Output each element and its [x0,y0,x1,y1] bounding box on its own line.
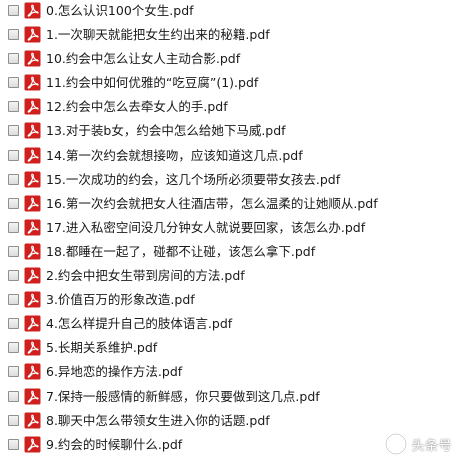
file-row[interactable]: 7.保持一般感情的新鲜感，你只要做到这几点.pdf [0,386,460,410]
pdf-icon [24,98,41,115]
pdf-icon [24,50,41,67]
file-checkbox[interactable] [8,294,19,306]
pdf-icon [24,363,41,380]
pdf-icon [24,2,41,19]
pdf-icon [24,147,41,164]
file-name: 7.保持一般感情的新鲜感，你只要做到这几点.pdf [46,388,320,404]
file-checkbox[interactable] [8,77,19,89]
pdf-icon [24,243,41,260]
file-checkbox[interactable] [8,29,19,41]
file-row[interactable]: 12.约会中怎么去牵女人的手.pdf [0,96,460,120]
file-checkbox[interactable] [8,438,19,450]
file-name: 8.聊天中怎么带领女生进入你的话题.pdf [46,412,270,428]
file-row[interactable]: 16.第一次约会就把女人往酒店带，怎么温柔的让她顺从.pdf [0,193,460,217]
file-checkbox[interactable] [8,245,19,257]
file-name: 17.进入私密空间没几分钟女人就说要回家，该怎么办.pdf [46,219,366,235]
file-checkbox[interactable] [8,149,19,161]
pdf-icon [24,388,41,404]
watermark-text: 头条号 [411,438,452,454]
pdf-icon [24,436,41,453]
file-checkbox[interactable] [8,414,19,426]
file-checkbox[interactable] [8,173,19,185]
file-row[interactable]: 0.怎么认识100个女生.pdf [0,0,460,24]
file-name: 4.怎么样提升自己的肢体语言.pdf [46,316,233,332]
file-checkbox[interactable] [8,366,19,378]
file-row[interactable]: 4.怎么样提升自己的肢体语言.pdf [0,313,460,337]
file-row[interactable]: 10.约会中怎么让女人主动合影.pdf [0,48,460,72]
watermark: 头条号 [385,433,452,455]
file-row[interactable]: 11.约会中如何优雅的“吃豆腐”(1).pdf [0,72,460,96]
file-checkbox[interactable] [8,125,19,137]
file-row[interactable]: 1.一次聊天就能把女生约出来的秘籍.pdf [0,24,460,48]
file-row[interactable]: 18.都睡在一起了，碰都不让碰，该怎么拿下.pdf [0,241,460,265]
file-checkbox[interactable] [8,221,19,233]
file-name: 18.都睡在一起了，碰都不让碰，该怎么拿下.pdf [46,243,316,259]
file-row[interactable]: 2.约会中把女生带到房间的方法.pdf [0,265,460,289]
file-list: 0.怎么认识100个女生.pdf 1.一次聊天就能把女生约出来的秘籍.pdf 10.… [0,0,460,458]
pdf-icon [24,122,41,139]
pdf-icon [24,412,41,429]
pdf-icon [24,26,41,43]
file-name: 14.第一次约会就想接吻，应该知道这几点.pdf [46,147,303,163]
file-row[interactable]: 14.第一次约会就想接吻，应该知道这几点.pdf [0,145,460,169]
pdf-icon [24,219,41,236]
file-name: 3.价值百万的形象改造.pdf [46,292,195,308]
file-name: 6.异地恋的操作方法.pdf [46,364,183,380]
file-checkbox[interactable] [8,5,19,16]
file-row[interactable]: 8.聊天中怎么带领女生进入你的话题.pdf [0,410,460,434]
file-row[interactable]: 5.长期关系维护.pdf [0,337,460,361]
file-row[interactable]: 17.进入私密空间没几分钟女人就说要回家，该怎么办.pdf [0,217,460,241]
file-row[interactable]: 6.异地恋的操作方法.pdf [0,361,460,385]
file-row[interactable]: 15.一次成功的约会，这几个场所必须要带女孩去.pdf [0,169,460,193]
file-name: 12.约会中怎么去牵女人的手.pdf [46,99,228,115]
file-name: 5.长期关系维护.pdf [46,340,158,356]
pdf-icon [24,267,41,284]
file-checkbox[interactable] [8,318,19,330]
file-name: 11.约会中如何优雅的“吃豆腐”(1).pdf [46,75,259,91]
file-name: 1.一次聊天就能把女生约出来的秘籍.pdf [46,27,270,43]
file-row[interactable]: 3.价值百万的形象改造.pdf [0,289,460,313]
pdf-icon [24,74,41,91]
file-name: 10.约会中怎么让女人主动合影.pdf [46,51,241,67]
pdf-icon [24,195,41,212]
file-checkbox[interactable] [8,53,19,65]
file-name: 15.一次成功的约会，这几个场所必须要带女孩去.pdf [46,171,341,187]
pdf-icon [24,171,41,188]
file-checkbox[interactable] [8,197,19,209]
file-checkbox[interactable] [8,342,19,354]
file-name: 9.约会的时候聊什么.pdf [46,436,183,452]
file-row[interactable]: 13.对于装b女，约会中怎么给她下马威.pdf [0,120,460,144]
pdf-icon [24,291,41,308]
file-name: 0.怎么认识100个女生.pdf [46,3,194,18]
file-checkbox[interactable] [8,390,19,402]
file-name: 16.第一次约会就把女人往酒店带，怎么温柔的让她顺从.pdf [46,195,378,211]
pdf-icon [24,339,41,356]
file-name: 13.对于装b女，约会中怎么给她下马威.pdf [46,123,286,139]
file-name: 2.约会中把女生带到房间的方法.pdf [46,268,245,284]
file-checkbox[interactable] [8,101,19,113]
watermark-logo-icon [385,433,408,455]
pdf-icon [24,315,41,332]
file-checkbox[interactable] [8,270,19,282]
